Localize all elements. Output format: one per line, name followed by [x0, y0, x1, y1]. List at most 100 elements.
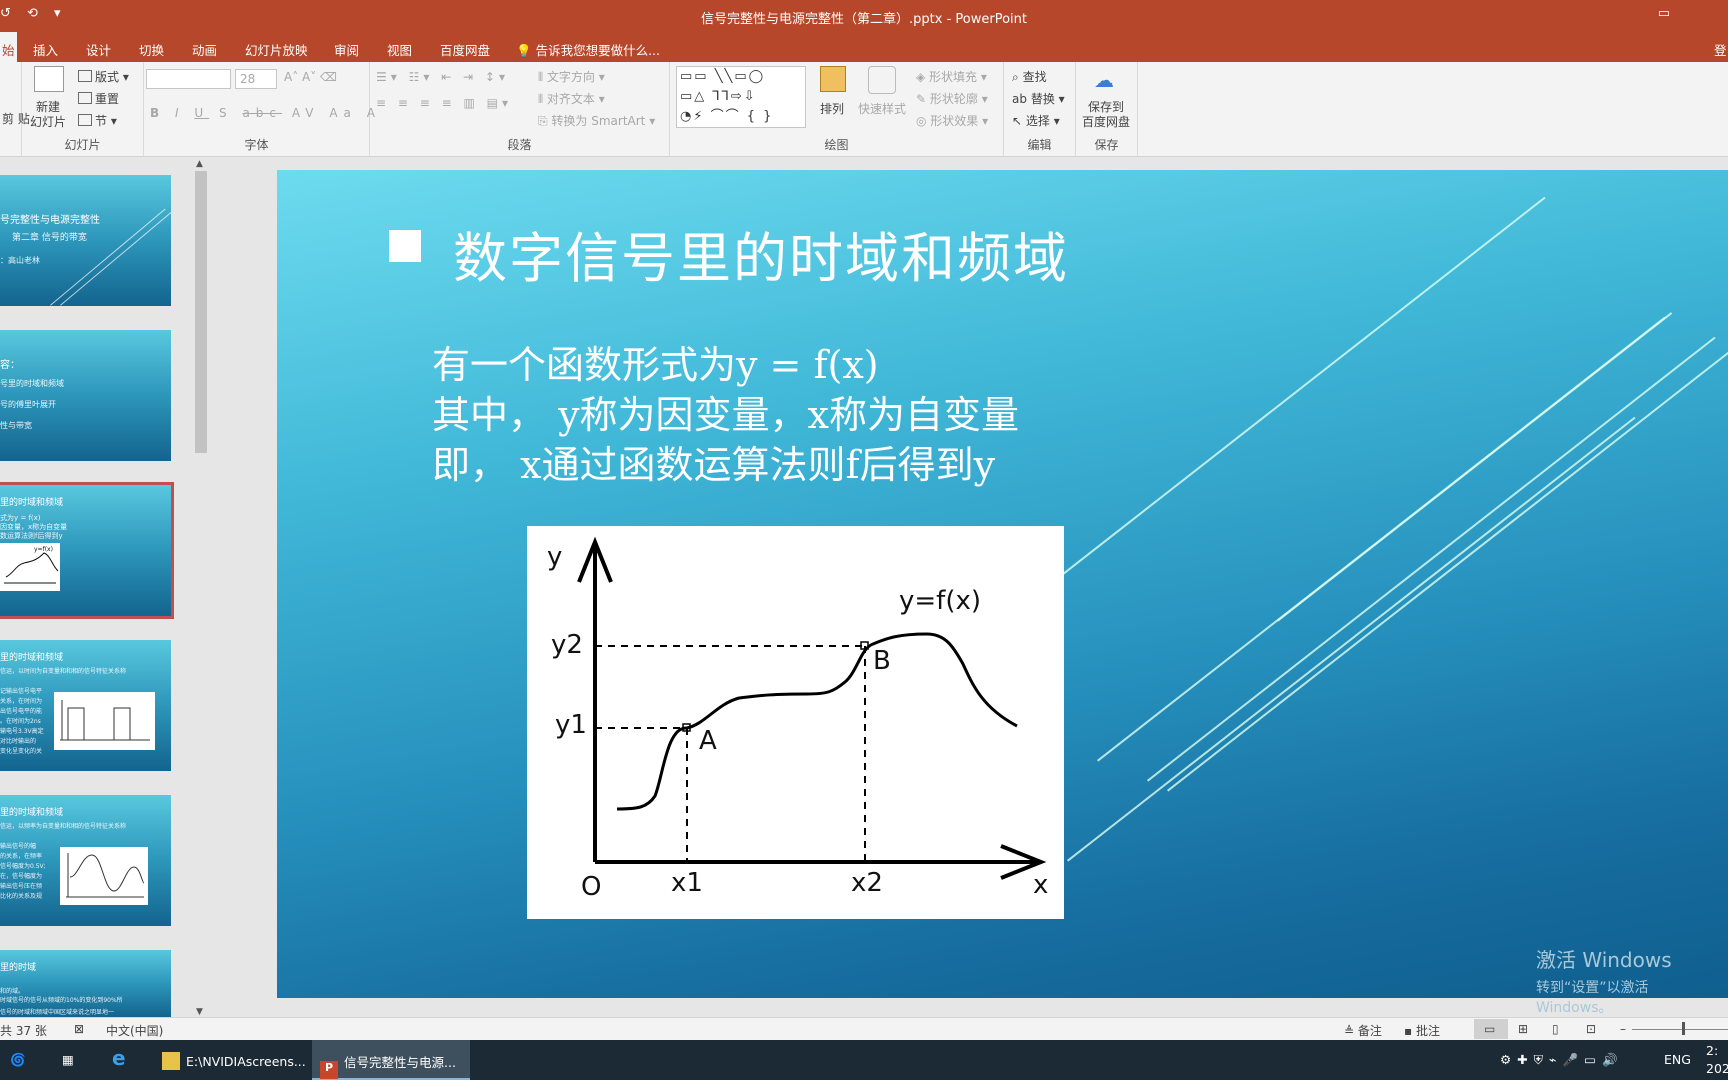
- tell-me-search[interactable]: 💡 告诉我您想要做什么...: [516, 40, 660, 59]
- zoom-slider-track[interactable]: [1632, 1029, 1728, 1030]
- new-slide-button[interactable]: 新建 幻灯片: [30, 100, 66, 130]
- zoom-out-button[interactable]: –: [1620, 1022, 1626, 1036]
- thumbnail-slide-1[interactable]: 号完整性与电源完整性 第二章 信号的带宽 ：高山老林: [0, 175, 171, 306]
- graph-x1-label: x1: [671, 868, 703, 898]
- thumbnail-line: 。在时间为2ns: [0, 718, 41, 725]
- tab-transitions[interactable]: 切换: [139, 40, 164, 59]
- slide-body-line-3[interactable]: 即， x通过函数运算法则f后得到y: [432, 434, 995, 489]
- align-text-button[interactable]: ⫴ 对齐文本 ▾: [538, 90, 605, 107]
- comments-button[interactable]: ▪ 批注: [1404, 1022, 1440, 1039]
- language-indicator[interactable]: 中文(中国): [106, 1022, 163, 1039]
- thumbnail-line: 性与带宽: [0, 421, 32, 430]
- new-slide-icon[interactable]: [34, 66, 64, 92]
- reset-label: 重置: [95, 92, 120, 106]
- section-button[interactable]: 节 ▾: [78, 112, 117, 129]
- spellcheck-icon[interactable]: ⊠: [74, 1022, 84, 1036]
- case-button[interactable]: Aa: [329, 106, 357, 120]
- scrollbar-thumb[interactable]: [195, 171, 207, 453]
- replace-button[interactable]: ab 替换 ▾: [1012, 90, 1065, 107]
- normal-view-icon: ▭: [1484, 1022, 1496, 1036]
- slide-body-line-2[interactable]: 其中， y称为因变量，x称为自变量: [432, 384, 1019, 439]
- tab-design[interactable]: 设计: [86, 40, 111, 59]
- align-buttons[interactable]: ≡ ≡ ≡ ≡ ▥ ▤▾: [376, 96, 512, 110]
- italic-button[interactable]: I: [175, 106, 185, 120]
- arrange-button[interactable]: 排列: [820, 100, 844, 117]
- thumbnail-slide-3-selected[interactable]: 里的时域和频域 式为y = f(x) 因变量，x称为自变量 数运算法则f后得到y…: [0, 482, 174, 619]
- bold-button[interactable]: B: [150, 106, 165, 120]
- signin-link[interactable]: 登: [1714, 40, 1727, 59]
- tab-baidu[interactable]: 百度网盘: [440, 40, 490, 59]
- notes-button[interactable]: ≜ 备注: [1344, 1022, 1382, 1039]
- reading-view-icon[interactable]: ▯: [1552, 1022, 1559, 1036]
- slideshow-icon[interactable]: ⊡: [1586, 1022, 1596, 1036]
- strike-button[interactable]: abc: [242, 106, 282, 120]
- shape-outline-button[interactable]: ✎ 形状轮廓 ▾: [916, 90, 988, 107]
- thumbnail-line: 在，信号幅度为: [0, 873, 43, 880]
- taskbar-powerpoint[interactable]: P 信号完整性与电源...: [312, 1040, 470, 1080]
- slide-canvas[interactable]: 数字信号里的时域和频域 有一个函数形式为y = f(x) 其中， y称为因变量，…: [277, 170, 1728, 998]
- text-direction-button[interactable]: ⫴ 文字方向 ▾: [538, 68, 605, 85]
- font-name-box[interactable]: [146, 69, 231, 89]
- find-label: 查找: [1022, 70, 1047, 84]
- clock[interactable]: 2: 202: [1706, 1040, 1728, 1080]
- graph-y1-label: y1: [555, 710, 587, 740]
- slide-body-line-1[interactable]: 有一个函数形式为y = f(x): [432, 334, 879, 389]
- clipboard-group: 剪 贴: [0, 62, 30, 157]
- find-button[interactable]: ⌕ 查找: [1012, 68, 1047, 85]
- tab-home[interactable]: 始: [0, 32, 17, 62]
- taskbar-explorer[interactable]: E:\NVIDIAscreens...: [156, 1040, 308, 1080]
- slides-group-label: 幻灯片: [64, 138, 101, 152]
- reset-button[interactable]: 重置: [78, 90, 119, 107]
- quick-styles-button[interactable]: 快速样式: [858, 100, 906, 117]
- quick-styles-icon[interactable]: [868, 66, 896, 94]
- layout-button[interactable]: 版式 ▾: [78, 68, 129, 85]
- tab-view[interactable]: 视图: [387, 40, 412, 59]
- ie-icon[interactable]: e: [112, 1040, 126, 1080]
- zoom-slider-thumb[interactable]: [1682, 1022, 1685, 1035]
- save-to-baidu-button[interactable]: 保存到 百度网盘: [1082, 100, 1130, 130]
- tab-slideshow[interactable]: 幻灯片放映: [245, 40, 308, 59]
- smartart-button[interactable]: ⎘ 转换为 SmartArt ▾: [538, 112, 655, 129]
- shape-fill-button[interactable]: ◈ 形状填充 ▾: [916, 68, 987, 85]
- function-diagram[interactable]: y x O y2 y1 x1 x2 A B y=f(x): [527, 526, 1064, 919]
- font-format-buttons[interactable]: B I U S abc AV Aa A: [150, 106, 381, 120]
- thumbnail-line: 输出信号的幅: [0, 843, 37, 850]
- thumbnail-line: 和的域。: [0, 988, 25, 995]
- thumbnail-title: 里的时域和频域: [0, 498, 64, 508]
- spacing-button[interactable]: AV: [292, 106, 320, 120]
- shapes-gallery[interactable]: ▭▭ ╲╲▭◯ ▭△ ⅂⅂⇨⇩ ◔⚡ ⌒⌒ { }: [676, 66, 806, 128]
- slide-title[interactable]: 数字信号里的时域和频域: [453, 214, 1069, 293]
- thumbnail-slide-2[interactable]: 容： 号里的时域和频域 号的傅里叶展开 性与带宽: [0, 330, 171, 461]
- tab-animations[interactable]: 动画: [192, 40, 217, 59]
- thumbnail-line: ：高山老林: [0, 256, 40, 265]
- system-tray-icons[interactable]: ⚙✚⛨⌁🎤▭🔊: [1500, 1040, 1624, 1080]
- scroll-up-icon[interactable]: ▲: [196, 159, 203, 169]
- shadow-button[interactable]: S: [219, 106, 233, 120]
- slide-sorter-icon[interactable]: ⊞: [1518, 1022, 1528, 1036]
- shape-effects-button[interactable]: ◎ 形状效果 ▾: [916, 112, 988, 129]
- thumbnail-slide-5[interactable]: 里的时域和频域 信运，以频率为自变量和和相的信号特征关系称 输出信号的幅 的关系…: [0, 795, 171, 926]
- tab-review[interactable]: 审阅: [334, 40, 359, 59]
- function-diagram-svg: [577, 536, 1047, 880]
- ribbon-display-options-icon[interactable]: ▭: [1658, 6, 1670, 21]
- replace-icon: ab: [1012, 92, 1027, 106]
- tab-insert[interactable]: 插入: [33, 40, 58, 59]
- section-icon: [78, 114, 92, 126]
- thumbnail-scrollbar[interactable]: ▲ ▼: [193, 157, 210, 1017]
- arrange-icon[interactable]: [820, 66, 846, 92]
- section-label: 节: [95, 114, 108, 128]
- grow-font-icon[interactable]: A˄ A˅ ⌫: [284, 70, 337, 84]
- select-button[interactable]: ↖ 选择 ▾: [1012, 112, 1060, 129]
- font-size-box[interactable]: 28: [235, 69, 277, 89]
- title-bar: ↺ ⟲ ▾ 信号完整性与电源完整性（第二章）.pptx - PowerPoint…: [0, 0, 1728, 32]
- calculator-icon[interactable]: ▦: [62, 1040, 74, 1080]
- baidu-cloud-icon[interactable]: ☁: [1094, 68, 1114, 92]
- decor-line: [1167, 346, 1728, 792]
- scroll-down-icon[interactable]: ▼: [196, 1007, 203, 1017]
- thumbnail-slide-6[interactable]: 里的时域 和的域。 时域信号的信号从频域的10%的变化到90%所 信号的时域和频…: [0, 950, 171, 1017]
- list-buttons[interactable]: ☰▾ ☷▾ ⇤ ⇥ ↕▾: [376, 70, 509, 84]
- start-icon[interactable]: 🌀: [10, 1040, 26, 1080]
- input-language[interactable]: ENG: [1664, 1040, 1691, 1080]
- underline-button[interactable]: U: [194, 106, 209, 120]
- thumbnail-slide-4[interactable]: 里的时域和频域 信运，以时间为自变量和和相的信号特征关系称 记输出信号电平 关系…: [0, 640, 171, 771]
